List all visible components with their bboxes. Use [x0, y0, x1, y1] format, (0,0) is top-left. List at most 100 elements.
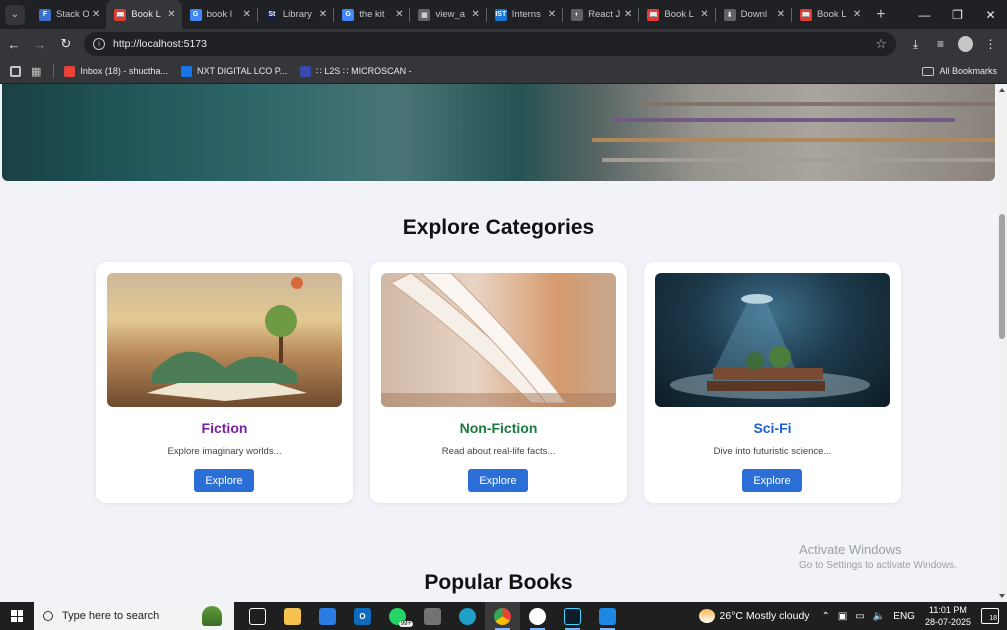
- browser-tab[interactable]: Gthe kit ✕: [334, 0, 409, 29]
- vscode-button[interactable]: [590, 602, 625, 630]
- explore-nonfiction-button[interactable]: Explore: [468, 469, 528, 492]
- calculator-icon: [424, 607, 441, 625]
- terminal-button[interactable]: [555, 602, 590, 630]
- category-card-scifi: Sci-Fi Dive into futuristic science... E…: [644, 262, 901, 503]
- tab-groups-icon[interactable]: [10, 65, 21, 77]
- hero-overlay: [2, 84, 995, 181]
- all-bookmarks-label: All Bookmarks: [939, 66, 997, 76]
- language-indicator[interactable]: ENG: [893, 611, 915, 622]
- category-title: Sci-Fi: [753, 420, 792, 436]
- bookmarks-bar: ▦ Inbox (18) - shuctha... NXT DIGITAL LCO…: [0, 59, 1007, 84]
- download-icon[interactable]: ⤓: [908, 37, 923, 52]
- calculator-button[interactable]: [415, 602, 450, 630]
- hero-banner-image: [2, 84, 995, 181]
- bookmark-favicon-icon: [180, 65, 192, 77]
- explore-scifi-button[interactable]: Explore: [742, 469, 802, 492]
- browser-tab[interactable]: IST Interns ✕: [487, 0, 562, 29]
- browser-tab[interactable]: F Stack O ✕: [31, 0, 106, 29]
- outlook-button[interactable]: O: [345, 602, 380, 630]
- tab-favicon-icon: ◐: [571, 8, 584, 21]
- clock-date: 28-07-2025: [924, 617, 971, 627]
- bookmark-star-icon[interactable]: ☆: [875, 36, 887, 52]
- file-explorer-icon: [284, 607, 301, 625]
- nonfiction-illustration: [381, 273, 616, 407]
- tab-close-icon[interactable]: ✕: [471, 9, 479, 20]
- tab-search-button[interactable]: ⌄: [5, 4, 25, 25]
- bookmark-item[interactable]: ∷ L2S ∷ MICROSCAN -: [300, 65, 412, 77]
- weather-icon[interactable]: [698, 609, 715, 623]
- tab-close-icon[interactable]: ✕: [548, 9, 556, 20]
- explore-fiction-button[interactable]: Explore: [194, 469, 254, 492]
- close-window-button[interactable]: ✕: [974, 8, 1007, 22]
- weather-text[interactable]: 26°C Mostly cloudy: [720, 610, 810, 622]
- scifi-illustration: [670, 294, 870, 399]
- back-button[interactable]: ←: [2, 37, 26, 52]
- tab-close-icon[interactable]: ✕: [167, 9, 175, 20]
- github-button[interactable]: [520, 602, 555, 630]
- meet-now-icon[interactable]: ▣: [838, 611, 847, 622]
- tab-favicon-icon: F: [39, 8, 51, 21]
- browser-tab[interactable]: Gbook l ✕: [182, 0, 257, 29]
- browser-tab[interactable]: 📖 Book L ✕: [792, 0, 867, 29]
- start-button[interactable]: [0, 602, 34, 630]
- chrome-button[interactable]: [485, 602, 520, 630]
- edge-button[interactable]: [450, 602, 485, 630]
- volume-icon[interactable]: 🔈: [873, 611, 885, 622]
- minimize-button[interactable]: —: [908, 8, 941, 22]
- address-bar[interactable]: i http://localhost:5173 ☆: [84, 32, 896, 56]
- browser-tab[interactable]: 📖 Book L ✕: [639, 0, 714, 29]
- fiction-image: [107, 273, 342, 407]
- task-view-button[interactable]: [240, 602, 275, 630]
- search-highlight-icon: [202, 606, 222, 626]
- tab-title: Downl: [740, 9, 768, 20]
- clock-time: 11:01 PM: [929, 605, 967, 615]
- tab-close-icon[interactable]: ✕: [624, 9, 632, 20]
- browser-toolbar: ← → ↻ i http://localhost:5173 ☆ ⤓ ≡ ⋮: [0, 29, 1007, 59]
- browser-tab[interactable]: St Library ✕: [258, 0, 333, 29]
- tab-close-icon[interactable]: ✕: [395, 9, 403, 20]
- scroll-down-arrow-icon[interactable]: [999, 594, 1005, 598]
- tab-close-icon[interactable]: ✕: [243, 9, 251, 20]
- reload-button[interactable]: ↻: [54, 36, 78, 52]
- site-info-icon[interactable]: i: [93, 38, 105, 50]
- tab-close-icon[interactable]: ✕: [777, 9, 785, 20]
- bookmark-item[interactable]: Inbox (18) - shuctha...: [64, 65, 168, 77]
- taskbar-search-box[interactable]: Type here to search: [34, 602, 234, 630]
- url-text: http://localhost:5173: [113, 38, 207, 50]
- media-queue-icon[interactable]: ≡: [933, 37, 948, 51]
- all-bookmarks-button[interactable]: All Bookmarks: [922, 66, 997, 76]
- page-scrollbar[interactable]: [997, 84, 1007, 602]
- tab-favicon-icon: ▦: [418, 8, 431, 21]
- watermark-title: Activate Windows: [799, 542, 902, 557]
- page-viewport: Explore Categories Fiction Explore imagi…: [0, 84, 997, 602]
- notification-center-button[interactable]: 18: [981, 608, 999, 624]
- github-icon: [529, 607, 546, 625]
- network-icon[interactable]: ▭: [855, 611, 864, 622]
- bookmarks-divider: [53, 64, 55, 78]
- store-button[interactable]: [310, 602, 345, 630]
- clock[interactable]: 11:01 PM 28-07-2025: [925, 604, 971, 628]
- browser-tab[interactable]: ▦ view_a ✕: [410, 0, 485, 29]
- menu-kebab-icon[interactable]: ⋮: [983, 37, 998, 51]
- tab-close-icon[interactable]: ✕: [853, 9, 861, 20]
- whatsapp-button[interactable]: 99+: [380, 602, 415, 630]
- browser-tab[interactable]: ◐ React J ✕: [563, 0, 638, 29]
- restore-button[interactable]: ❐: [941, 8, 974, 22]
- apps-grid-icon[interactable]: ▦: [31, 65, 41, 78]
- tab-close-icon[interactable]: ✕: [700, 9, 708, 20]
- store-icon: [319, 607, 336, 625]
- file-explorer-button[interactable]: [275, 602, 310, 630]
- scroll-up-arrow-icon[interactable]: [999, 88, 1005, 92]
- bookmark-item[interactable]: NXT DIGITAL LCO P...: [180, 65, 287, 77]
- watermark-subtitle: Go to Settings to activate Windows.: [799, 560, 957, 571]
- new-tab-button[interactable]: +: [876, 6, 892, 24]
- scroll-thumb[interactable]: [999, 214, 1005, 339]
- tab-close-icon[interactable]: ✕: [319, 9, 327, 20]
- chevron-up-icon[interactable]: ⌃: [822, 611, 830, 622]
- browser-tab[interactable]: 📖 Book L ✕: [106, 0, 182, 29]
- forward-button[interactable]: →: [28, 37, 52, 52]
- bookmark-label: Inbox (18) - shuctha...: [80, 66, 168, 76]
- browser-tab[interactable]: ⬇ Downl ✕: [716, 0, 791, 29]
- profile-avatar[interactable]: [958, 36, 973, 52]
- tab-close-icon[interactable]: ✕: [92, 9, 100, 20]
